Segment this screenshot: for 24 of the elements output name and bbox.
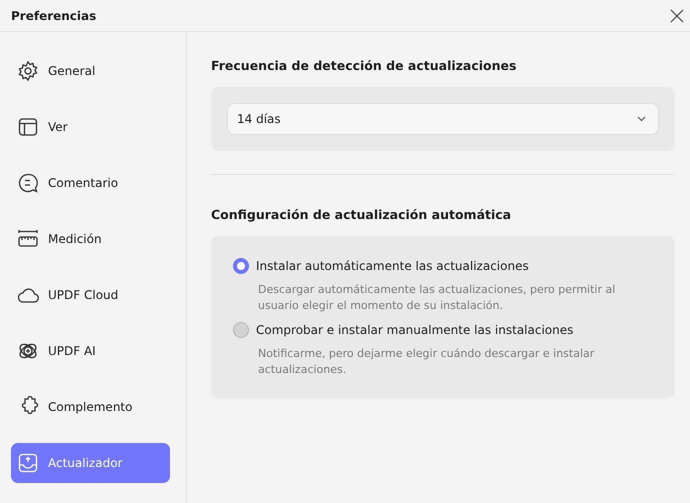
close-icon[interactable] [670,8,684,22]
option-description: Descargar automáticamente las actualizaciones, pero permitir al usuario elegir el momento de su instalación. [258,282,616,314]
sidebar-item[interactable]: UPDF Cloud [11,275,170,315]
window-title: Preferencias [11,8,96,22]
sidebar-item[interactable]: UPDF AI [11,331,170,371]
sidebar-item[interactable]: Complemento [11,387,170,427]
section-heading: Frecuencia de detección de actualizaciones [211,58,518,73]
gear-icon [17,60,39,82]
sidebar-item[interactable]: Comentario [11,163,170,203]
upload-icon [17,452,39,474]
chevron-down-icon [637,116,646,122]
option-description: Notificarme, pero dejarme elegir cuándo descargar e instalar actualizaciones. [258,346,596,378]
section-heading: Configuración de actualización automática [211,207,512,222]
option-label: Comprobar e instalar manualmente las instalaciones [256,323,574,337]
sidebar-item[interactable]: Medición [11,219,170,259]
sidebar-item[interactable]: Actualizador [11,443,170,483]
comment-icon [17,172,39,194]
sidebar-item[interactable]: Ver [11,107,170,147]
radio-button[interactable] [233,258,249,274]
option-label: Instalar automáticamente las actualizaciones [256,259,529,273]
sidebar-item[interactable]: General [11,51,170,91]
frequency-dropdown[interactable]: 14 días [227,103,659,135]
radio-button[interactable] [233,322,249,338]
layout-icon [17,116,39,138]
